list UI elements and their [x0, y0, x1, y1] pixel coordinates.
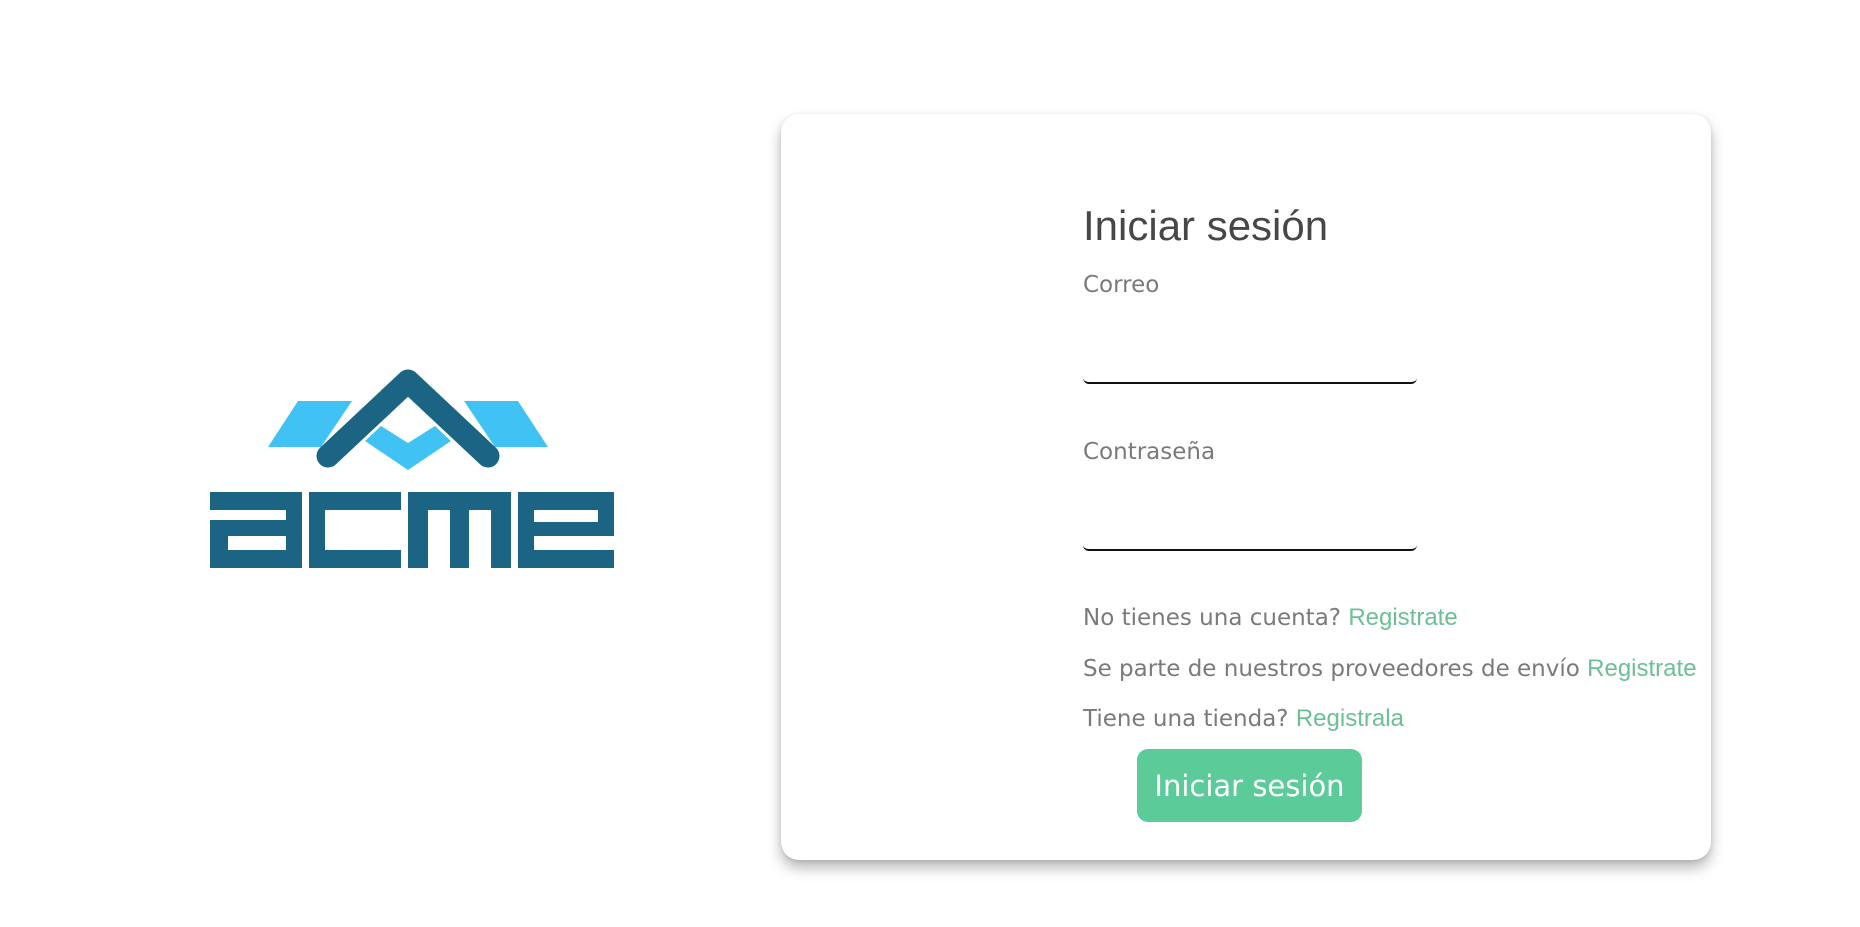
register-store-row: Tiene una tienda? Registrala	[1083, 705, 1404, 733]
no-account-text: No tienes una cuenta?	[1083, 605, 1341, 631]
register-account-row: No tienes una cuenta? Registrate	[1083, 604, 1458, 632]
password-label: Contraseña	[1083, 439, 1216, 465]
login-page: acme Iniciar sesión Correo Contraseña No…	[0, 0, 1860, 927]
login-button[interactable]: Iniciar sesión	[1137, 749, 1362, 822]
acme-logo: acme	[188, 355, 638, 590]
password-field[interactable]	[1083, 517, 1417, 551]
email-label: Correo	[1083, 272, 1160, 298]
register-provider-row: Se parte de nuestros proveedores de enví…	[1083, 655, 1697, 683]
email-field[interactable]	[1083, 350, 1417, 384]
register-provider-link[interactable]: Registrate	[1587, 655, 1696, 682]
register-account-link[interactable]: Registrate	[1348, 604, 1457, 631]
acme-logo-graphic	[210, 369, 614, 568]
store-text: Tiene una tienda?	[1083, 706, 1289, 732]
register-store-link[interactable]: Registrala	[1296, 705, 1404, 732]
provider-text: Se parte de nuestros proveedores de enví…	[1083, 656, 1580, 682]
page-title: Iniciar sesión	[1083, 202, 1329, 249]
